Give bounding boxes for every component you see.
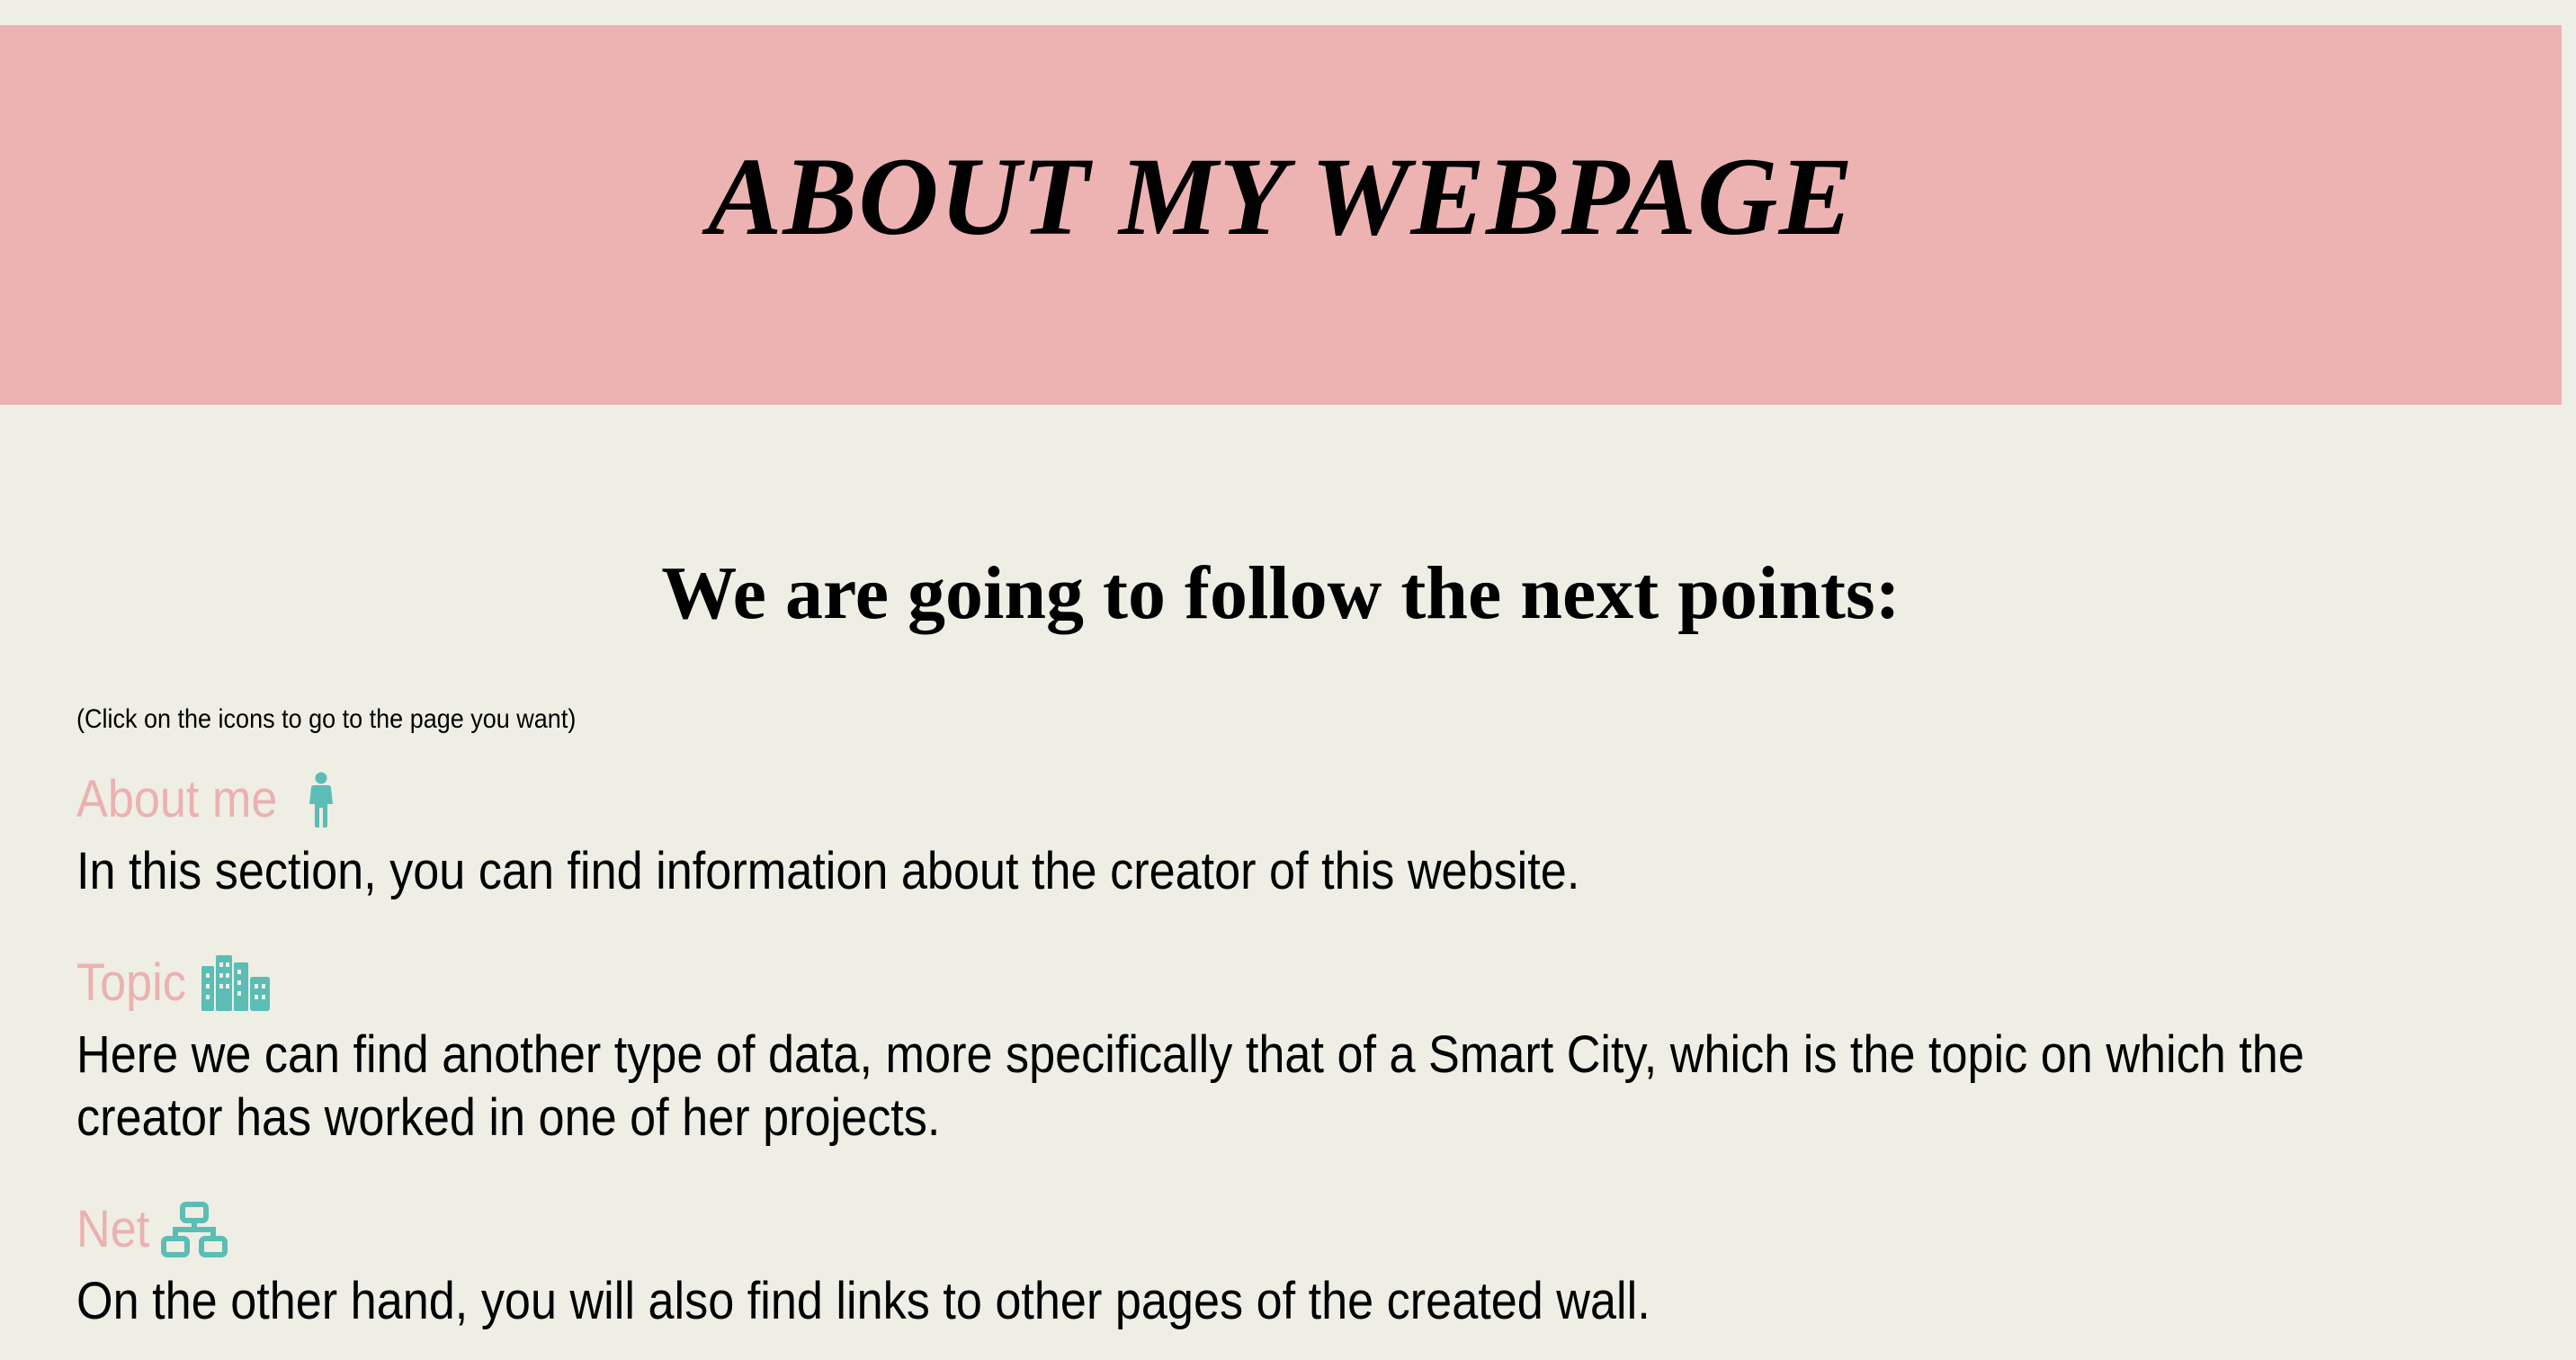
net-link[interactable]: Net bbox=[76, 1198, 228, 1261]
page-title: ABOUT MY WEBPAGE bbox=[707, 135, 1855, 258]
topic-link[interactable]: Topic bbox=[76, 952, 271, 1015]
about-me-link[interactable]: About me bbox=[76, 768, 339, 831]
topic-description: Here we can find another type of data, m… bbox=[76, 1025, 2304, 1147]
net-description: On the other hand, you will also find li… bbox=[76, 1272, 1650, 1330]
page-header: ABOUT MY WEBPAGE bbox=[0, 25, 2562, 405]
points-section: (Click on the icons to go to the page yo… bbox=[76, 702, 2451, 1360]
about-me-label: About me bbox=[76, 770, 278, 828]
topic-label: Topic bbox=[76, 953, 186, 1012]
network-icon[interactable] bbox=[161, 1202, 228, 1257]
section-heading: We are going to follow the next points: bbox=[661, 551, 1901, 635]
about-me-description: In this section, you can find informatio… bbox=[76, 842, 1580, 900]
person-icon[interactable] bbox=[303, 772, 339, 828]
instruction-text: (Click on the icons to go to the page yo… bbox=[76, 704, 577, 734]
net-label: Net bbox=[76, 1200, 150, 1258]
city-icon[interactable] bbox=[201, 955, 271, 1011]
